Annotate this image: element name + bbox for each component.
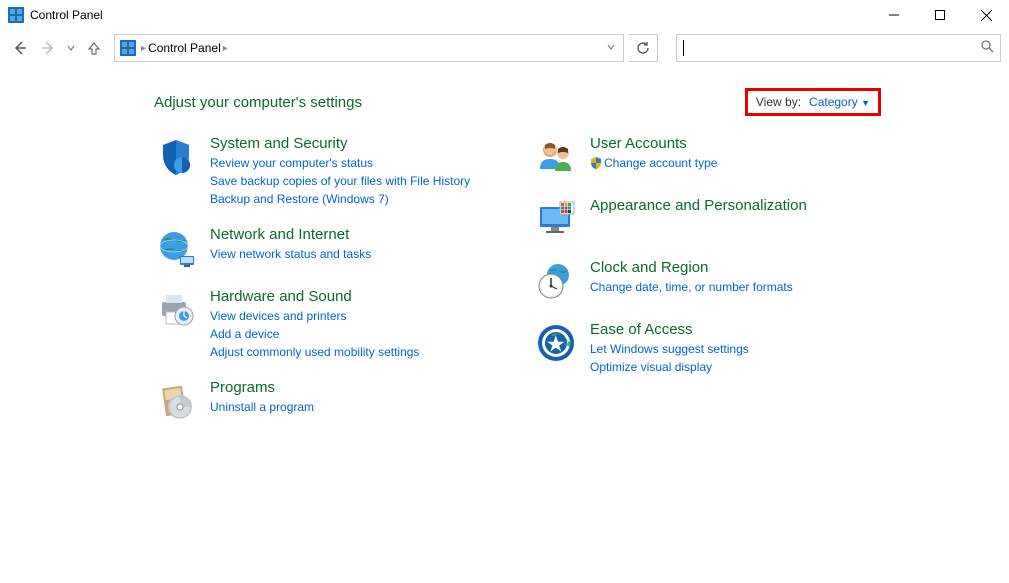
clock-globe-icon	[534, 259, 578, 303]
forward-button[interactable]	[36, 36, 60, 60]
accessibility-icon	[534, 321, 578, 365]
window-title: Control Panel	[30, 8, 103, 22]
category-system-security: System and Security Review your computer…	[154, 135, 494, 208]
view-by-value[interactable]: Category	[809, 95, 858, 109]
view-by-label: View by:	[756, 95, 801, 109]
titlebar: Control Panel	[0, 0, 1009, 30]
category-link[interactable]: Save backup copies of your files with Fi…	[210, 172, 470, 190]
search-icon[interactable]	[981, 40, 994, 56]
category-title[interactable]: Network and Internet	[210, 226, 371, 243]
category-title[interactable]: System and Security	[210, 135, 470, 152]
category-title[interactable]: Appearance and Personalization	[590, 197, 807, 214]
address-icon	[119, 39, 137, 57]
category-link[interactable]: Change date, time, or number formats	[590, 278, 793, 296]
up-button[interactable]	[82, 36, 106, 60]
uac-shield-icon	[590, 156, 602, 168]
back-button[interactable]	[8, 36, 32, 60]
category-hardware-sound: Hardware and Sound View devices and prin…	[154, 288, 494, 361]
maximize-button[interactable]	[917, 0, 963, 30]
breadcrumb-separator-icon[interactable]: ▸	[141, 43, 146, 54]
category-link[interactable]: View network status and tasks	[210, 245, 371, 263]
printer-icon	[154, 288, 198, 332]
category-column-right: User Accounts Change account type	[534, 135, 874, 441]
category-link[interactable]: Optimize visual display	[590, 358, 749, 376]
category-link[interactable]: Adjust commonly used mobility settings	[210, 343, 419, 361]
category-link[interactable]: Review your computer's status	[210, 154, 470, 172]
search-input[interactable]	[684, 38, 981, 58]
category-column-left: System and Security Review your computer…	[154, 135, 494, 441]
category-title[interactable]: Hardware and Sound	[210, 288, 419, 305]
content-area: Adjust your computer's settings System a…	[0, 66, 1009, 441]
category-link[interactable]: Backup and Restore (Windows 7)	[210, 190, 470, 208]
category-link[interactable]: Let Windows suggest settings	[590, 340, 749, 358]
history-dropdown[interactable]	[64, 44, 78, 52]
category-user-accounts: User Accounts Change account type	[534, 135, 874, 179]
shield-icon	[154, 135, 198, 179]
breadcrumb-separator-icon[interactable]: ▸	[223, 43, 228, 54]
category-appearance-personalization: Appearance and Personalization	[534, 197, 874, 241]
address-bar[interactable]: ▸ Control Panel ▸	[114, 34, 624, 62]
category-link[interactable]: Add a device	[210, 325, 419, 343]
minimize-button[interactable]	[871, 0, 917, 30]
category-link[interactable]: Uninstall a program	[210, 398, 314, 416]
monitor-palette-icon	[534, 197, 578, 241]
category-network-internet: Network and Internet View network status…	[154, 226, 494, 270]
category-title[interactable]: Programs	[210, 379, 314, 396]
app-icon	[8, 7, 24, 23]
window-controls	[871, 0, 1009, 30]
category-clock-region: Clock and Region Change date, time, or n…	[534, 259, 874, 303]
users-icon	[534, 135, 578, 179]
category-title[interactable]: User Accounts	[590, 135, 717, 152]
category-link[interactable]: Change account type	[590, 154, 717, 172]
category-ease-of-access: Ease of Access Let Windows suggest setti…	[534, 321, 874, 376]
globe-icon	[154, 226, 198, 270]
category-title[interactable]: Ease of Access	[590, 321, 749, 338]
disc-box-icon	[154, 379, 198, 423]
view-by-selector[interactable]: View by: Category ▼	[745, 88, 881, 116]
navbar: ▸ Control Panel ▸	[0, 30, 1009, 66]
breadcrumb-item[interactable]: Control Panel	[148, 41, 221, 55]
address-dropdown-icon[interactable]	[603, 43, 619, 54]
category-grid: System and Security Review your computer…	[154, 135, 959, 441]
category-title[interactable]: Clock and Region	[590, 259, 793, 276]
category-link[interactable]: View devices and printers	[210, 307, 419, 325]
close-button[interactable]	[963, 0, 1009, 30]
search-box[interactable]	[676, 34, 1001, 62]
category-programs: Programs Uninstall a program	[154, 379, 494, 423]
chevron-down-icon[interactable]: ▼	[861, 98, 870, 108]
refresh-button[interactable]	[628, 34, 658, 62]
